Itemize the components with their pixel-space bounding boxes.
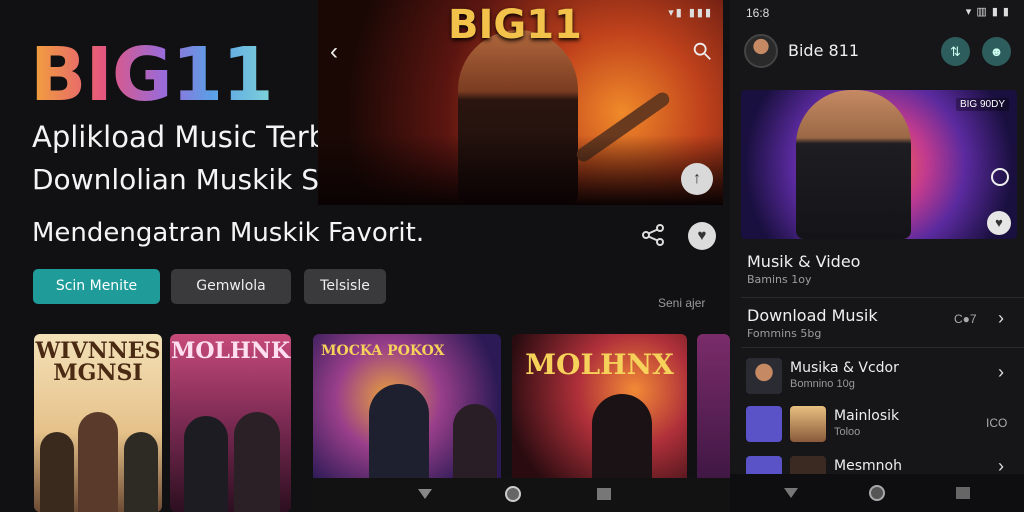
list-title: Mesmnoh [834, 458, 902, 474]
equalizer-icon[interactable]: ⇅ [941, 37, 970, 66]
list-item[interactable]: Mesmnoh › [744, 454, 1014, 474]
album-card[interactable]: WIVNNES MGNSI [34, 334, 162, 512]
heart-icon[interactable]: ♥ [987, 211, 1011, 235]
hero-action-button[interactable]: ↑ [681, 163, 713, 195]
nav-home-icon[interactable] [503, 484, 523, 504]
nav-back-icon[interactable] [416, 487, 434, 501]
album-card-title: MOLHNK [170, 338, 290, 364]
album-card-person [184, 416, 228, 512]
featured-banner[interactable]: BIG 90DY ♥ [741, 90, 1017, 239]
banner-badge: BIG 90DY [955, 98, 1009, 111]
chevron-right-icon[interactable]: › [998, 308, 1004, 329]
album-card-person [124, 432, 158, 512]
chevron-right-icon[interactable]: › [998, 362, 1004, 383]
list-subtitle: Bomnino 10g [790, 378, 855, 390]
banner-artist-image [796, 90, 911, 239]
album-card-title: MOLHNX [525, 348, 674, 381]
album-card-person [40, 432, 74, 512]
album-card[interactable]: MOLHNX [512, 334, 687, 494]
divider [741, 297, 1024, 298]
album-card-person [78, 412, 118, 512]
pill-button-2[interactable]: Gemwlola [171, 269, 291, 304]
album-card[interactable]: MOLHNK [170, 334, 291, 512]
nav-recents-icon[interactable] [596, 487, 612, 501]
album-card-person [234, 412, 280, 512]
status-icons: ▾ ▥ ▮ ▮ [965, 6, 1010, 18]
list-subtitle: Toloo [834, 426, 861, 438]
avatar[interactable] [744, 34, 778, 68]
section-musik-video[interactable]: Musik & Video Bamins 1oy [747, 252, 860, 286]
nav-recents-icon[interactable] [955, 486, 971, 500]
album-card[interactable]: MOCKA POKOX [313, 334, 501, 494]
back-icon[interactable]: ‹ [330, 38, 338, 66]
chevron-right-icon[interactable]: › [998, 456, 1004, 474]
heart-icon[interactable]: ♥ [688, 222, 716, 250]
nav-back-icon[interactable] [782, 486, 800, 500]
phone-nav-bar [730, 474, 1024, 512]
hero-banner[interactable]: BIG11 ▾▮ ▮▮▮ ‹ ↑ [318, 0, 723, 205]
search-icon[interactable] [691, 40, 713, 62]
profile-icon[interactable]: ☻ [982, 37, 1011, 66]
list-title: Mainlosik [834, 408, 900, 424]
list-item[interactable]: Musika & Vcdor Bomnino 10g › [744, 356, 1014, 396]
phone-screen: 16:8 ▾ ▥ ▮ ▮ Bide 811 ⇅ ☻ BIG 90DY ♥ Mus… [730, 0, 1024, 512]
list-thumb-icon [746, 456, 782, 474]
promo-panel: BIG11 Aplikload Music Terbaik Downlolian… [0, 0, 730, 512]
album-card-title: WIVNNES MGNSI [35, 338, 161, 386]
list-thumb [746, 358, 782, 394]
pill-button-3[interactable]: Telsisle [304, 269, 386, 304]
hero-status-icons: ▾▮ ▮▮▮ [668, 7, 713, 19]
share-icon[interactable] [640, 222, 666, 248]
nav-home-icon[interactable] [867, 483, 887, 503]
section-download-musik[interactable]: Download Musik Fommins 5bg [747, 306, 878, 340]
list-thumb [790, 456, 826, 474]
list-meta: ICO [986, 416, 1008, 430]
list-title: Musika & Vcdor [790, 360, 899, 376]
album-card-title: MOCKA POKOX [321, 343, 445, 359]
pill-button-1[interactable]: Scin Menite [33, 269, 160, 304]
hero-crowd-overlay [318, 135, 723, 205]
list-thumb [790, 406, 826, 442]
album-card-partial[interactable] [697, 334, 730, 494]
list-item[interactable]: Mainlosik Toloo ICO [744, 404, 1014, 444]
section-subtitle: Fommins 5bg [747, 327, 822, 340]
divider [741, 347, 1024, 348]
clock-icon[interactable] [991, 168, 1009, 186]
see-all-link[interactable]: Seni ajer [658, 296, 705, 310]
list-thumb-icon [746, 406, 782, 442]
brand-logo: BIG11 [30, 32, 274, 118]
section-title: Download Musik [747, 306, 878, 325]
section-subtitle: Bamins 1oy [747, 273, 812, 286]
hero-title: BIG11 [448, 2, 582, 48]
section-title: Musik & Video [747, 252, 861, 271]
section-meta: C●7 [954, 312, 977, 326]
app-title: Bide 811 [788, 41, 860, 60]
tagline-3: Mendengatran Muskik Favorit. [32, 218, 425, 248]
status-time: 16:8 [746, 6, 770, 20]
